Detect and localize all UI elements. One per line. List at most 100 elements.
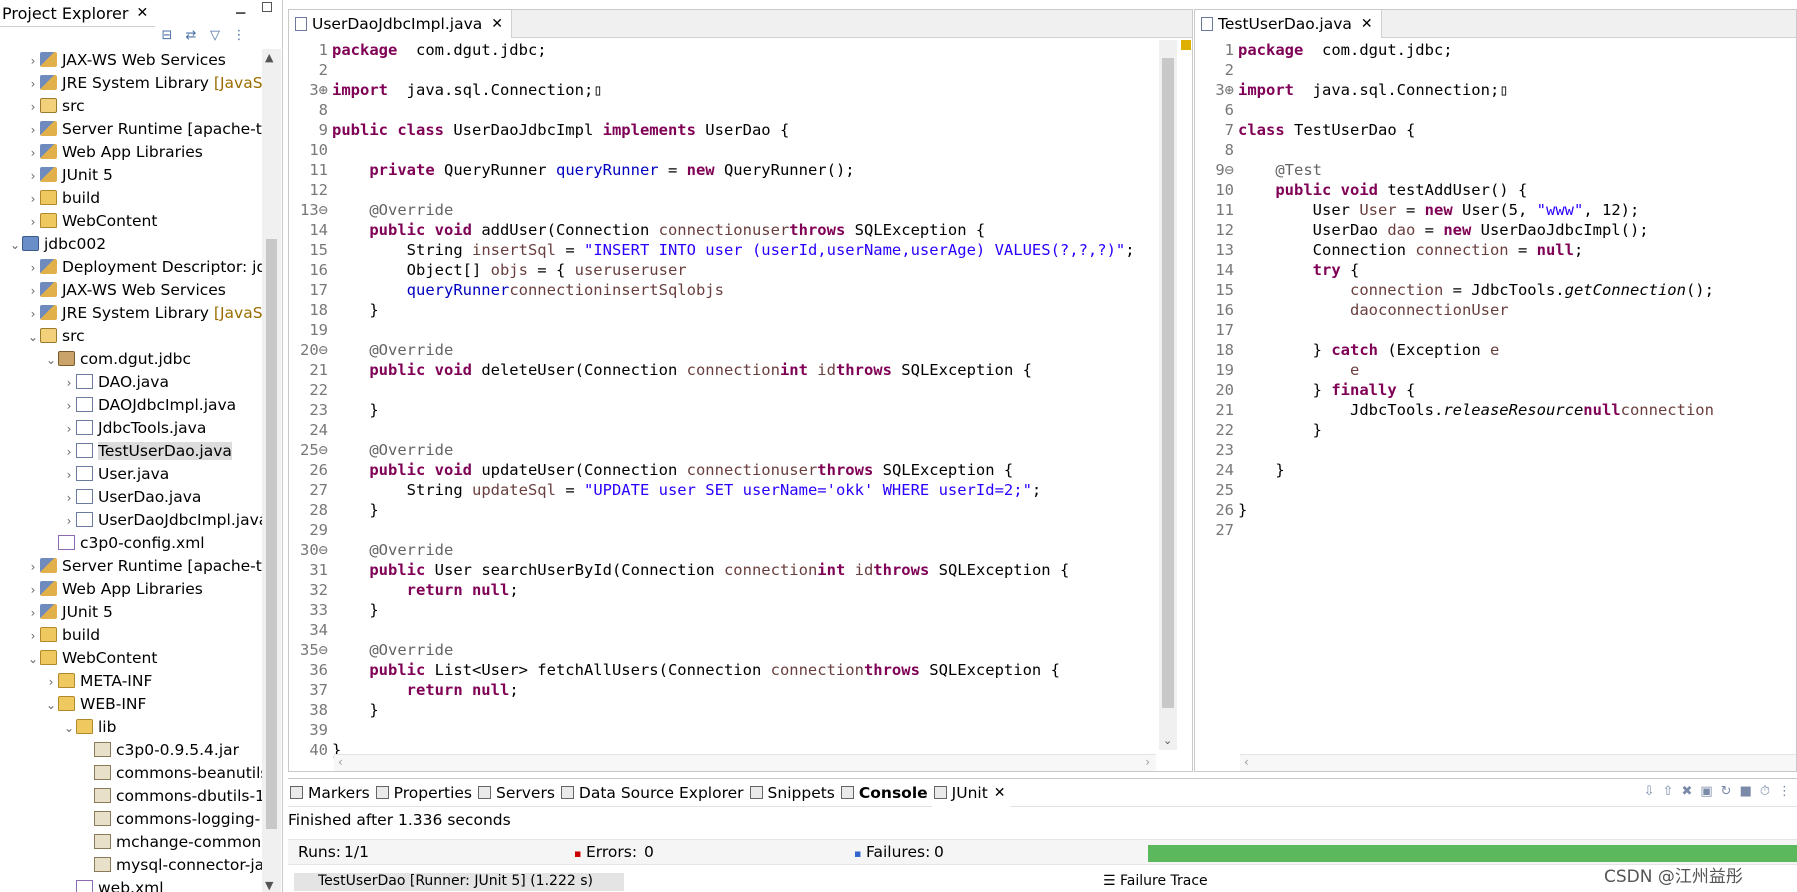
code-line[interactable]: 23 [1195,440,1796,460]
code-line[interactable]: 25 [1195,480,1796,500]
close-icon[interactable]: ✕ [994,785,1006,801]
code-line[interactable]: 29 [289,520,1192,540]
expand-arrow-icon[interactable]: ⌄ [8,234,22,257]
editor-horizontal-scrollbar[interactable]: ‹ [1240,754,1796,771]
tree-item[interactable]: › User.java [0,463,262,486]
expand-arrow-icon[interactable]: › [26,142,40,165]
tree-item[interactable]: › Web App Libraries [0,141,262,164]
code-line[interactable]: 2 [289,60,1192,80]
code-line[interactable]: 7 class TestUserDao { [1195,120,1796,140]
stop-icon[interactable]: ■ [1740,784,1752,799]
code-line[interactable]: 14 try { [1195,260,1796,280]
tab-testuserdao[interactable]: TestUserDao.java ✕ [1195,10,1382,38]
code-line[interactable]: 26} [1195,500,1796,520]
filter-icon[interactable]: ▽ [206,28,224,50]
expand-arrow-icon[interactable]: › [62,510,76,533]
code-line[interactable]: 8 [1195,140,1796,160]
code-line[interactable]: 20⊖ @Override [289,340,1192,360]
code-line[interactable]: 22 [289,380,1192,400]
tab-markers[interactable]: Markers [288,779,374,807]
tree-item[interactable]: commons-beanutils- [0,762,262,785]
collapse-all-icon[interactable]: ⊟ [158,28,176,50]
expand-arrow-icon[interactable]: › [26,211,40,234]
code-line[interactable]: 14 public void addUser(Connection connec… [289,220,1192,240]
tree-item[interactable]: c3p0-config.xml [0,532,262,555]
previous-failure-icon[interactable]: ⇧ [1663,784,1674,799]
code-line[interactable]: 15 connection = JdbcTools.getConnection(… [1195,280,1796,300]
expand-arrow-icon[interactable]: › [62,395,76,418]
code-line[interactable]: 8 [289,100,1192,120]
code-line[interactable]: 16 daoconnectionUser [1195,300,1796,320]
code-line[interactable]: 13 Connection connection = null; [1195,240,1796,260]
minimize-icon[interactable]: ▁ [236,0,245,14]
tree-item[interactable]: ⌄ lib [0,716,262,739]
tree-item[interactable]: commons-logging-1 [0,808,262,831]
tree-item[interactable]: › JdbcTools.java [0,417,262,440]
tree-item[interactable]: › src [0,95,262,118]
tree-item[interactable]: › build [0,624,262,647]
code-line[interactable]: 17 queryRunnerconnectioninsertSqlobjs [289,280,1192,300]
code-line[interactable]: 21 public void deleteUser(Connection con… [289,360,1192,380]
tree-item[interactable]: mysql-connector-jav [0,854,262,877]
code-line[interactable]: 34 [289,620,1192,640]
tab-snippets[interactable]: Snippets [748,779,839,807]
code-line[interactable]: 32 return null; [289,580,1192,600]
expand-arrow-icon[interactable]: ⌄ [26,648,40,671]
code-line[interactable]: 20 } finally { [1195,380,1796,400]
next-failure-icon[interactable]: ⇩ [1644,784,1655,799]
code-line[interactable]: 16 Object[] objs = { useruseruser [289,260,1192,280]
tab-servers[interactable]: Servers [476,779,559,807]
tree-item[interactable]: › Server Runtime [apache-tom [0,555,262,578]
code-line[interactable]: 3⊕ import java.sql.Connection;▯ [289,80,1192,100]
tree-item[interactable]: › UserDao.java [0,486,262,509]
tree-item[interactable]: ⌄ WebContent [0,647,262,670]
tree-item[interactable]: commons-dbutils-1. [0,785,262,808]
code-area[interactable]: 1 package com.dgut.jdbc; 2 3⊕ import java.sq… [1195,40,1796,760]
code-line[interactable]: 27 String updateSql = "UPDATE user SET u… [289,480,1192,500]
expand-arrow-icon[interactable]: › [62,487,76,510]
tree-item[interactable]: › JUnit 5 [0,601,262,624]
code-line[interactable]: 33 } [289,600,1192,620]
tree-item[interactable]: ⌄ jdbc002 [0,233,262,256]
code-line[interactable]: 24 [289,420,1192,440]
close-icon[interactable]: ✕ [1361,16,1373,32]
code-line[interactable]: 27 [1195,520,1796,540]
view-menu-icon[interactable]: ⋮ [230,28,248,50]
expand-arrow-icon[interactable]: › [26,280,40,303]
expand-arrow-icon[interactable]: › [62,441,76,464]
code-line[interactable]: 6 [1195,100,1796,120]
code-line[interactable]: 38 } [289,700,1192,720]
code-line[interactable]: 36 public List<User> fetchAllUsers(Conne… [289,660,1192,680]
project-tree-scrollbar[interactable]: ▲ ▼ [262,49,281,892]
warning-marker-icon[interactable] [1181,40,1191,50]
code-line[interactable]: 17 [1195,320,1796,340]
tree-item[interactable]: › JUnit 5 [0,164,262,187]
tree-item[interactable]: › JRE System Library [JavaSE-1 [0,302,262,325]
tree-item[interactable]: c3p0-0.9.5.4.jar [0,739,262,762]
editor-horizontal-scrollbar[interactable]: ‹ › [334,754,1156,771]
expand-arrow-icon[interactable]: › [62,464,76,487]
link-editor-icon[interactable]: ⇄ [182,28,200,50]
code-line[interactable]: 10 public void testAddUser() { [1195,180,1796,200]
tree-item[interactable]: › JAX-WS Web Services [0,279,262,302]
scroll-up-icon[interactable]: ▲ [265,51,273,64]
expand-arrow-icon[interactable]: ⌄ [44,349,58,372]
code-line[interactable]: 1 package com.dgut.jdbc; [289,40,1192,60]
scroll-right-icon[interactable]: › [1145,755,1150,769]
expand-arrow-icon[interactable]: ⌄ [26,326,40,349]
code-line[interactable]: 19 [289,320,1192,340]
close-icon[interactable]: ✕ [491,16,503,32]
scrollbar-thumb[interactable] [266,239,277,829]
editor-vertical-scrollbar[interactable]: ⌄ [1159,40,1177,750]
expand-arrow-icon[interactable]: › [44,671,58,694]
tree-item[interactable]: › UserDaoJdbcImpl.java [0,509,262,532]
tree-item[interactable]: › Server Runtime [apache-tom [0,118,262,141]
maximize-icon[interactable] [262,2,272,12]
code-line[interactable]: 28 } [289,500,1192,520]
tree-item[interactable]: › TestUserDao.java [0,440,262,463]
scroll-down-icon[interactable]: ⌄ [1163,734,1172,747]
expand-arrow-icon[interactable]: ⌄ [44,694,58,717]
scroll-left-icon[interactable]: ‹ [338,755,343,769]
code-area[interactable]: 1 package com.dgut.jdbc; 2 3⊕ import java.sq… [289,40,1192,760]
scrollbar-thumb[interactable] [1162,58,1174,708]
